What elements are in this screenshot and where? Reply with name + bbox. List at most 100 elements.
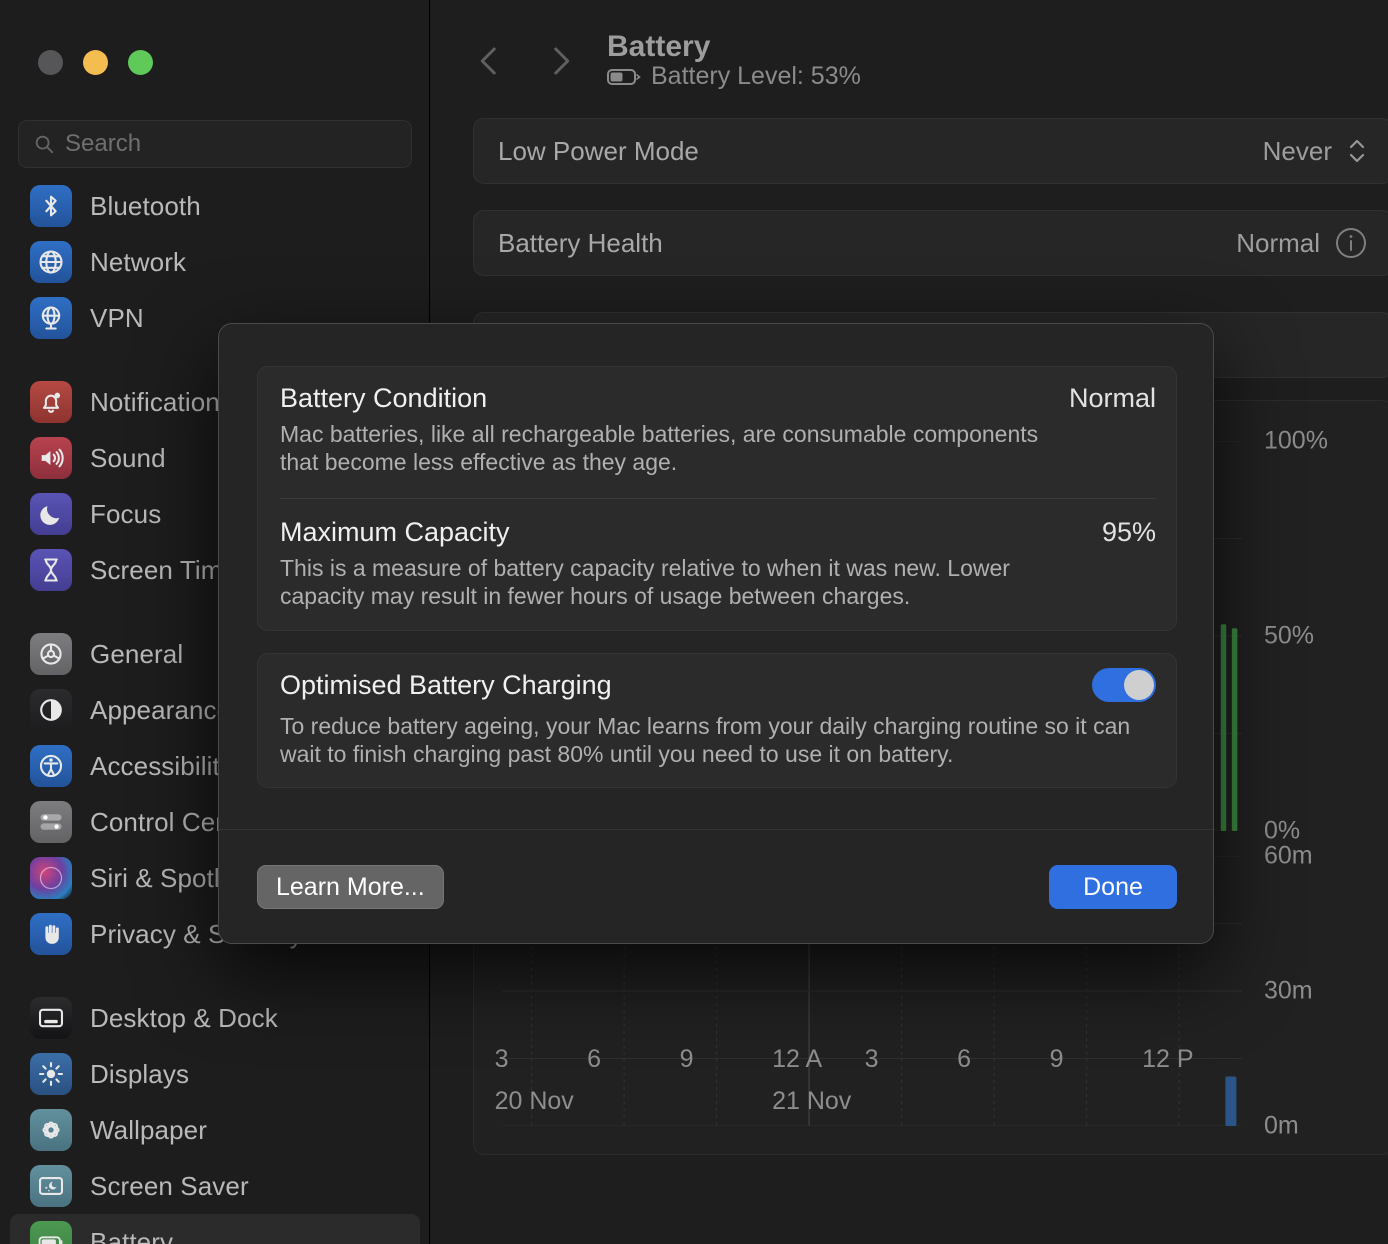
- xaxis-tick-label: 6: [587, 1045, 601, 1073]
- bluetooth-icon: [30, 185, 72, 227]
- screensaver-icon: [30, 1165, 72, 1207]
- xaxis-tick-label: 6: [957, 1045, 971, 1073]
- sidebar-item-label: Sound: [90, 442, 166, 473]
- battery-level-text: Battery Level: 53%: [651, 62, 861, 90]
- xaxis-tick-label: 9: [1049, 1045, 1064, 1073]
- sidebar-item-label: Screen Saver: [90, 1170, 249, 1201]
- sidebar-item-label: General: [90, 638, 184, 669]
- sidebar-item-label: Accessibility: [90, 750, 233, 781]
- learn-more-button[interactable]: Learn More...: [257, 865, 444, 909]
- xaxis-tick-label: 9: [679, 1045, 694, 1073]
- system-settings-window: Bluetooth Network VPN Notifications Sound Foc…: [0, 0, 1388, 1244]
- sidebar-item-wallpaper[interactable]: Wallpaper: [10, 1102, 420, 1158]
- sidebar-item-label: Screen Time: [90, 554, 238, 585]
- maximize-button[interactable]: [128, 50, 153, 75]
- hand-icon: [30, 913, 72, 955]
- screen-usage-ytick: 30m: [1264, 976, 1313, 1005]
- chevron-updown-icon[interactable]: [1346, 134, 1368, 168]
- section-battery-condition: Battery Condition Normal Mac batteries, …: [258, 383, 1178, 476]
- window-controls: [38, 50, 153, 75]
- moon-icon: [30, 493, 72, 535]
- optimised-charging-description: To reduce battery ageing, your Mac learn…: [280, 713, 1131, 768]
- sliders-icon: [30, 801, 72, 843]
- back-button[interactable]: [471, 38, 507, 84]
- search-icon: [33, 133, 55, 155]
- bell-icon: [30, 381, 72, 423]
- toggle-knob: [1124, 670, 1154, 700]
- battery-health-value: Normal: [1236, 227, 1320, 258]
- low-power-mode-value: Never: [1262, 135, 1332, 166]
- optimised-charging-toggle[interactable]: [1092, 668, 1156, 702]
- xaxis-tick-label: 12 P: [1142, 1045, 1194, 1073]
- battery-icon: [30, 1221, 72, 1244]
- speaker-icon: [30, 437, 72, 479]
- sidebar-group-separator: [0, 962, 429, 990]
- optimised-charging-title: Optimised Battery Charging: [280, 669, 612, 700]
- sidebar-item-desktop-dock[interactable]: Desktop & Dock: [10, 990, 420, 1046]
- optimised-battery-charging-card: Optimised Battery Charging To reduce bat…: [257, 653, 1177, 788]
- search-input[interactable]: [65, 130, 397, 158]
- sidebar-item-label: Battery: [90, 1226, 174, 1244]
- sidebar-item-bluetooth[interactable]: Bluetooth: [10, 178, 420, 234]
- globe-icon: [30, 241, 72, 283]
- siri-icon: [30, 857, 72, 899]
- section-maximum-capacity: Maximum Capacity 95% This is a measure o…: [258, 517, 1178, 610]
- hourglass-icon: [30, 549, 72, 591]
- info-icon[interactable]: [1334, 226, 1368, 260]
- xaxis-tick-label: 3: [494, 1045, 509, 1073]
- maximum-capacity-title: Maximum Capacity: [280, 517, 510, 547]
- battery-condition-description: Mac batteries, like all rechargeable bat…: [280, 421, 1039, 476]
- sidebar-item-label: Network: [90, 246, 187, 277]
- xaxis-date-label: 20 Nov: [494, 1087, 574, 1115]
- battery-level-icon: [607, 67, 641, 87]
- sidebar-item-label: Notifications: [90, 386, 233, 417]
- battery-health-label: Battery Health: [498, 227, 663, 258]
- sidebar-item-label: Displays: [90, 1058, 190, 1089]
- gear-icon: [30, 633, 72, 675]
- page-title: Battery: [607, 30, 711, 63]
- battery-level-ytick: 100%: [1264, 426, 1328, 455]
- low-power-mode-label: Low Power Mode: [498, 135, 699, 166]
- battery-health-dialog: Battery Condition Normal Mac batteries, …: [218, 323, 1215, 945]
- dialog-footer: Learn More... Done: [219, 829, 1215, 945]
- battery-level-status: Battery Level: 53%: [607, 62, 861, 91]
- sidebar-item-displays[interactable]: Displays: [10, 1046, 420, 1102]
- search-field[interactable]: [18, 120, 412, 168]
- chart-xaxis: 3 6 9 12 A 3 6 9 12 P 20 Nov 21 Nov: [459, 1045, 1199, 1145]
- minimize-button[interactable]: [83, 50, 108, 75]
- row-low-power-mode[interactable]: Low Power Mode Never: [473, 118, 1388, 184]
- accessibility-icon: [30, 745, 72, 787]
- row-battery-health[interactable]: Battery Health Normal: [473, 210, 1388, 276]
- maximum-capacity-description: This is a measure of battery capacity re…: [280, 555, 1010, 610]
- contrast-icon: [30, 689, 72, 731]
- battery-condition-value: Normal: [1068, 383, 1156, 413]
- screen-usage-ytick: 60m: [1264, 841, 1313, 870]
- divider: [280, 498, 1156, 499]
- sidebar-item-label: Desktop & Dock: [90, 1002, 278, 1033]
- forward-button[interactable]: [543, 38, 579, 84]
- close-button[interactable]: [38, 50, 63, 75]
- chart-battery-level-yaxis: 0% 50% 100%: [1264, 427, 1388, 845]
- screen-usage-ytick: 0m: [1264, 1111, 1299, 1140]
- sidebar-item-label: Focus: [90, 498, 162, 529]
- optimised-charging-header: Optimised Battery Charging: [280, 668, 1156, 702]
- brightness-icon: [30, 1053, 72, 1095]
- vpn-globe-icon: [30, 297, 72, 339]
- battery-condition-title: Battery Condition: [280, 383, 488, 413]
- maximum-capacity-value: 95%: [1101, 517, 1156, 547]
- sidebar-item-label: VPN: [90, 302, 144, 333]
- xaxis-tick-label: 3: [864, 1045, 879, 1073]
- sidebar-item-screen-saver[interactable]: Screen Saver: [10, 1158, 420, 1214]
- battery-level-ytick: 50%: [1264, 621, 1315, 650]
- xaxis-tick-label: 12 A: [772, 1045, 823, 1073]
- sidebar-item-label: Bluetooth: [90, 190, 201, 221]
- sidebar-item-network[interactable]: Network: [10, 234, 420, 290]
- desktop-icon: [30, 997, 72, 1039]
- sidebar-item-label: Wallpaper: [90, 1114, 207, 1145]
- chart-screen-usage-yaxis: 0m 30m 60m: [1264, 842, 1388, 1140]
- pane-header: Battery Battery Level: 53%: [431, 0, 1388, 112]
- sidebar-item-battery[interactable]: Battery: [10, 1214, 420, 1244]
- flower-icon: [30, 1109, 72, 1151]
- done-button[interactable]: Done: [1049, 865, 1177, 909]
- xaxis-date-label: 21 Nov: [772, 1087, 852, 1115]
